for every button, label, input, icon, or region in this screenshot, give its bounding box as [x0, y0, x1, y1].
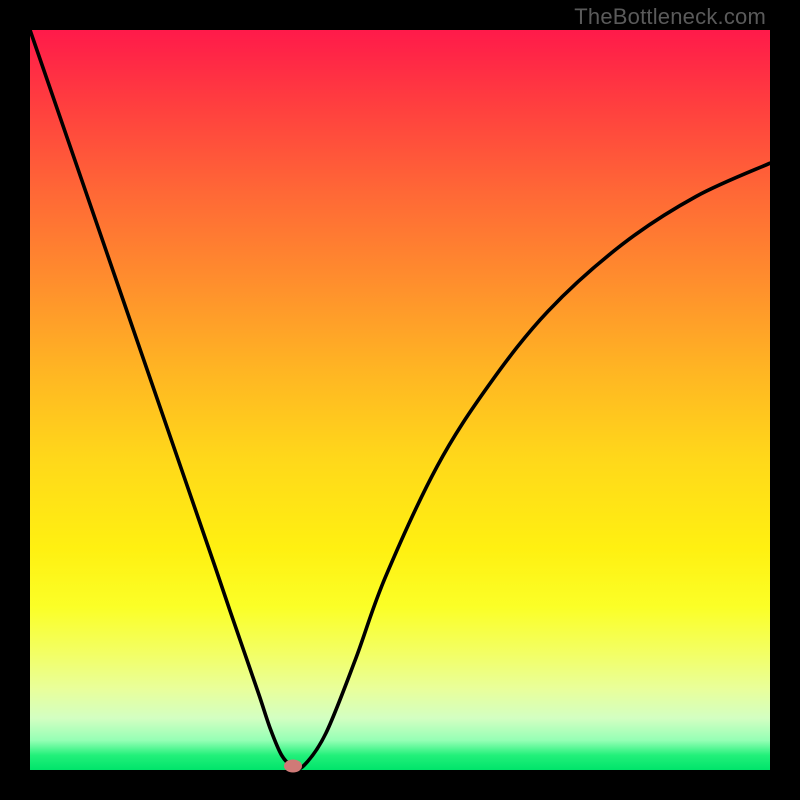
watermark-text: TheBottleneck.com — [574, 4, 766, 30]
chart-frame: TheBottleneck.com — [0, 0, 800, 800]
plot-area — [30, 30, 770, 770]
minimum-marker-icon — [284, 760, 302, 773]
data-curve — [30, 30, 770, 769]
curve-svg — [30, 30, 770, 770]
